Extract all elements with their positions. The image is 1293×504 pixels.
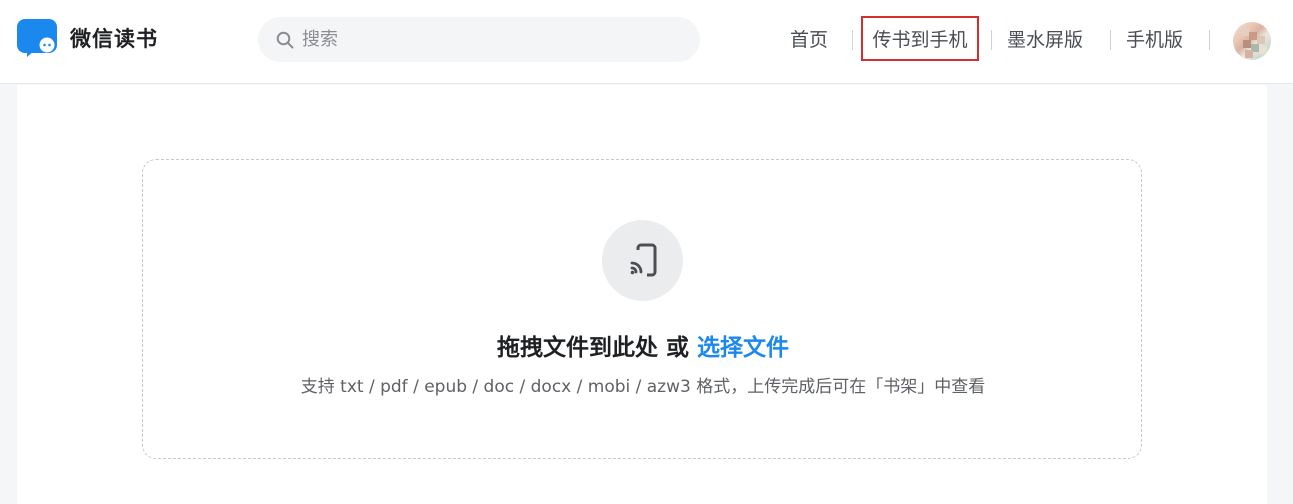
cast-to-phone-icon <box>630 243 656 276</box>
nav-divider <box>991 30 992 50</box>
nav-home-link[interactable]: 首页 <box>790 25 828 55</box>
nav-divider <box>1209 30 1210 50</box>
dropzone-title: 拖拽文件到此处 或 选择文件 <box>143 328 1143 362</box>
main-panel: 拖拽文件到此处 或 选择文件 支持 txt / pdf / epub / doc… <box>17 85 1267 504</box>
top-nav: 首页 传书到手机 墨水屏版 手机版 <box>0 16 1293 61</box>
dropzone-title-text: 拖拽文件到此处 或 <box>496 335 697 361</box>
top-header: 微信读书 首页 传书到手机 墨水屏版 手机版 <box>0 0 1293 84</box>
nav-mobile-version-link[interactable]: 手机版 <box>1126 25 1183 55</box>
nav-transfer-to-phone-link[interactable]: 传书到手机 <box>861 16 979 61</box>
user-avatar[interactable] <box>1233 22 1271 60</box>
choose-file-link[interactable]: 选择文件 <box>697 335 789 361</box>
supported-formats-hint: 支持 txt / pdf / epub / doc / docx / mobi … <box>300 377 986 397</box>
nav-eink-version-link[interactable]: 墨水屏版 <box>1007 25 1083 55</box>
nav-divider <box>852 30 853 50</box>
nav-divider <box>1110 30 1111 50</box>
upload-icon-circle <box>602 220 683 301</box>
file-dropzone[interactable]: 拖拽文件到此处 或 选择文件 支持 txt / pdf / epub / doc… <box>142 159 1142 459</box>
